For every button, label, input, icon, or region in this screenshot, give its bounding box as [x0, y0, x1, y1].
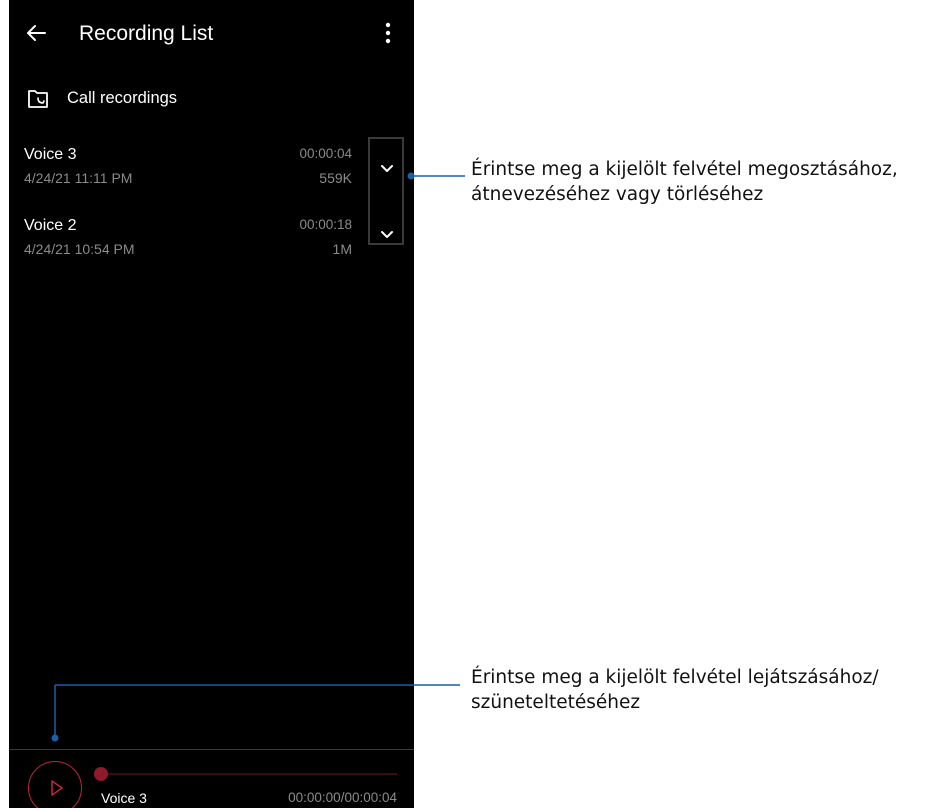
recording-size: 1M: [332, 241, 352, 257]
playback-time: 00:00:00/00:00:04: [288, 790, 397, 805]
chevron-down-icon[interactable]: [376, 157, 398, 179]
item-menu-highlight: [368, 137, 404, 245]
recording-name: Voice 3: [24, 146, 77, 163]
folder-label: Call recordings: [67, 89, 178, 107]
now-playing-name: Voice 3: [101, 790, 147, 806]
recording-item[interactable]: Voice 3 4/24/21 11:11 PM 00:00:04 559K: [9, 146, 369, 208]
recording-date: 4/24/21 11:11 PM: [24, 170, 133, 186]
call-recordings-folder[interactable]: Call recordings: [9, 80, 414, 120]
callout-menu-text: Érintse meg a kijelölt felvétel megosztá…: [471, 157, 898, 207]
recording-item[interactable]: Voice 2 4/24/21 10:54 PM 00:00:18 1M: [9, 217, 369, 279]
recording-size: 559K: [319, 170, 352, 186]
seek-bar[interactable]: [101, 773, 397, 775]
recording-duration: 00:00:04: [299, 146, 352, 161]
play-icon: [51, 780, 63, 796]
recording-duration: 00:00:18: [299, 217, 352, 232]
callout-menu-line1: Érintse meg a kijelölt felvétel megosztá…: [471, 159, 898, 180]
recording-name: Voice 2: [24, 217, 77, 234]
app-bar: Recording List: [9, 0, 414, 72]
player-divider: [9, 749, 414, 750]
arrow-left-icon[interactable]: [23, 20, 49, 46]
page-title: Recording List: [79, 22, 214, 45]
chevron-down-icon[interactable]: [376, 223, 398, 245]
folder-call-icon: [28, 90, 48, 108]
seek-handle[interactable]: [94, 767, 108, 781]
play-button[interactable]: [28, 761, 82, 808]
callout-menu-line2: átnevezéséhez vagy törléséhez: [471, 184, 764, 205]
callout-play-line2: szüneteltetéséhez: [471, 692, 641, 713]
recording-date: 4/24/21 10:54 PM: [24, 241, 135, 257]
callout-play-text: Érintse meg a kijelölt felvétel lejátszá…: [471, 665, 879, 715]
callout-connector-play: [51, 684, 460, 742]
more-vert-icon[interactable]: [377, 20, 399, 46]
callout-play-line1: Érintse meg a kijelölt felvétel lejátszá…: [471, 667, 879, 688]
callout-connector-menu: [407, 172, 465, 180]
